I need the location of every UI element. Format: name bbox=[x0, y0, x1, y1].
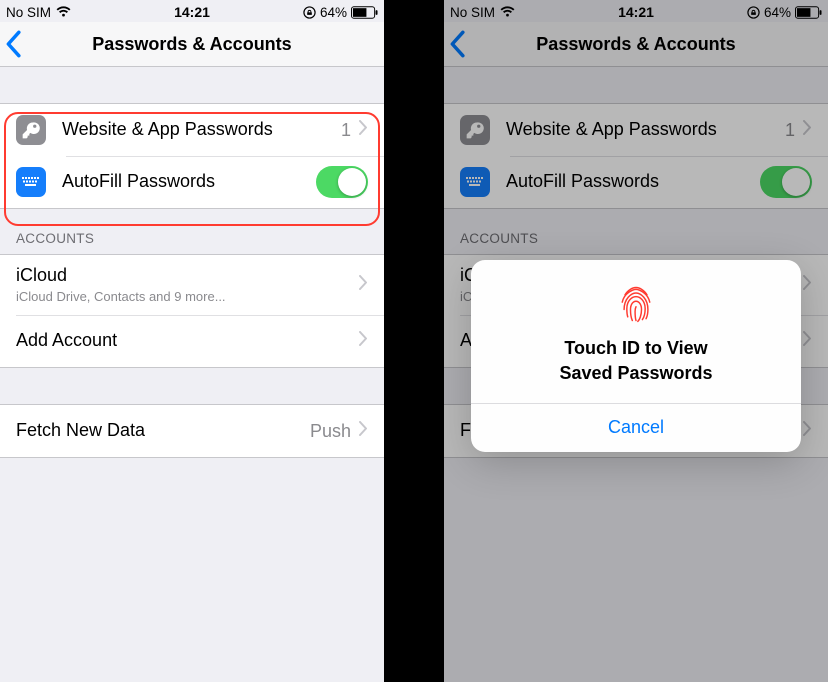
orientation-lock-icon bbox=[303, 6, 316, 19]
status-bar: No SIM 14:21 64% bbox=[0, 0, 384, 22]
fingerprint-icon bbox=[614, 282, 658, 326]
keyboard-icon bbox=[16, 167, 46, 197]
page-title: Passwords & Accounts bbox=[0, 34, 384, 55]
carrier-text: No SIM bbox=[6, 5, 51, 20]
autofill-label: AutoFill Passwords bbox=[62, 171, 316, 193]
website-passwords-row[interactable]: Website & App Passwords 1 bbox=[0, 104, 384, 156]
add-account-row[interactable]: Add Account bbox=[0, 315, 384, 367]
add-account-label: Add Account bbox=[16, 330, 359, 352]
modal-overlay: Touch ID to ViewSaved Passwords Cancel bbox=[444, 0, 828, 682]
fetch-label: Fetch New Data bbox=[16, 420, 310, 442]
battery-pct: 64% bbox=[320, 5, 347, 20]
touchid-alert: Touch ID to ViewSaved Passwords Cancel bbox=[471, 260, 801, 452]
chevron-right-icon bbox=[359, 331, 368, 351]
screen-left: No SIM 14:21 64% Passwords & Accounts bbox=[0, 0, 384, 682]
icloud-row[interactable]: iCloud iCloud Drive, Contacts and 9 more… bbox=[0, 255, 384, 315]
nav-bar: Passwords & Accounts bbox=[0, 22, 384, 67]
chevron-right-icon bbox=[359, 421, 368, 441]
passwords-count: 1 bbox=[341, 120, 351, 141]
battery-icon bbox=[351, 6, 378, 19]
back-button[interactable] bbox=[4, 22, 22, 66]
icloud-title: iCloud bbox=[16, 265, 359, 287]
autofill-row[interactable]: AutoFill Passwords bbox=[0, 156, 384, 208]
accounts-header: ACCOUNTS bbox=[0, 209, 384, 254]
chevron-right-icon bbox=[359, 275, 368, 295]
icloud-subtitle: iCloud Drive, Contacts and 9 more... bbox=[16, 289, 359, 305]
website-passwords-label: Website & App Passwords bbox=[62, 119, 341, 141]
wifi-icon bbox=[56, 6, 71, 18]
autofill-toggle[interactable] bbox=[316, 166, 368, 198]
screen-right: No SIM 14:21 64% Passwords & Accounts bbox=[444, 0, 828, 682]
passwords-group: Website & App Passwords 1 AutoFill Passw… bbox=[0, 103, 384, 209]
alert-title: Touch ID to ViewSaved Passwords bbox=[491, 336, 781, 385]
chevron-right-icon bbox=[359, 120, 368, 140]
clock: 14:21 bbox=[174, 4, 210, 20]
fetch-group: Fetch New Data Push bbox=[0, 404, 384, 458]
accounts-group: iCloud iCloud Drive, Contacts and 9 more… bbox=[0, 254, 384, 368]
fetch-value: Push bbox=[310, 421, 351, 442]
key-icon bbox=[16, 115, 46, 145]
fetch-row[interactable]: Fetch New Data Push bbox=[0, 405, 384, 457]
alert-cancel-button[interactable]: Cancel bbox=[471, 404, 801, 452]
